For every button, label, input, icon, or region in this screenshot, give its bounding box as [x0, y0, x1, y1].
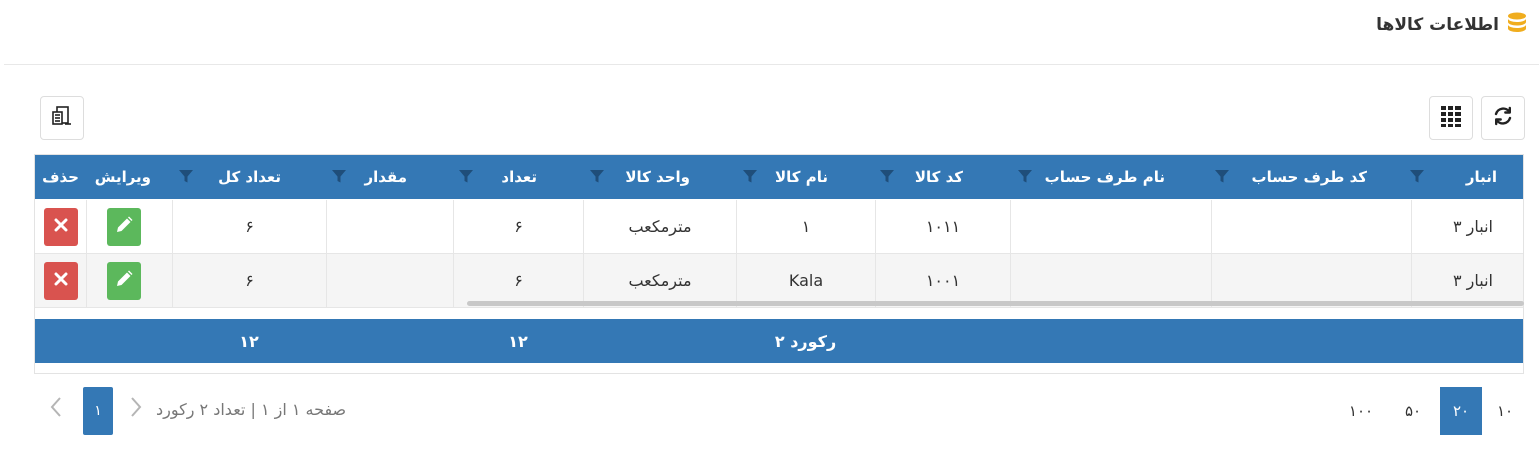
cell-edit [86, 254, 160, 307]
filter-icon[interactable] [1214, 168, 1230, 188]
prev-page-button[interactable] [46, 397, 66, 421]
table-footer: ۲ رکورد ۱۲ ۱۲ [35, 319, 1523, 363]
filter-icon[interactable] [458, 168, 474, 188]
column-header-edit: ویرایش [94, 168, 151, 186]
cell-account-name [1010, 254, 1211, 307]
cell-total: ۶ [172, 254, 326, 307]
column-header-amount[interactable]: مقدار [331, 155, 411, 199]
filter-icon[interactable] [178, 168, 194, 188]
cell-item-code: ۱۰۱۱ [875, 200, 1010, 253]
cell-count: ۶ [453, 254, 583, 307]
filter-icon[interactable] [331, 168, 347, 188]
columns-button[interactable] [1429, 96, 1473, 140]
panel-title-text: اطلاعات کالاها [1376, 15, 1499, 35]
next-page-button[interactable] [126, 397, 146, 421]
export-button[interactable] [40, 96, 84, 140]
filter-icon[interactable] [1409, 168, 1425, 188]
column-header-delete: حذف [42, 168, 79, 186]
edit-button[interactable] [106, 207, 141, 246]
close-icon [54, 217, 68, 236]
items-table: انبار کد طرف حساب نام طرف حساب کد کالا ن… [34, 154, 1524, 374]
cell-unit: مترمکعب [583, 254, 736, 307]
delete-button[interactable] [43, 207, 78, 246]
close-icon [54, 271, 68, 290]
grid-icon [1440, 105, 1462, 131]
cell-item-name: ۱ [736, 200, 875, 253]
column-header-warehouse[interactable]: انبار [1409, 155, 1501, 199]
cell-amount [326, 254, 453, 307]
page-size-10[interactable]: ۱۰ [1488, 387, 1522, 435]
cell-warehouse: انبار ۳ [1411, 200, 1523, 253]
column-header-item-code[interactable]: کد کالا [879, 155, 967, 199]
cell-unit: مترمکعب [583, 200, 736, 253]
column-header-account-code[interactable]: کد طرف حساب [1211, 155, 1371, 199]
column-header-account-name[interactable]: نام طرف حساب [1017, 155, 1169, 199]
cell-account-code [1211, 200, 1411, 253]
cell-count: ۶ [453, 200, 583, 253]
table-row: انبار ۳ ۱۰۰۱ Kala مترمکعب ۶ ۶ [35, 254, 1523, 308]
panel-title: اطلاعات کالاها [1376, 12, 1527, 38]
chevron-right-icon [130, 396, 142, 422]
filter-icon[interactable] [742, 168, 758, 188]
database-icon [1507, 12, 1527, 39]
column-header-item-name[interactable]: نام کالا [742, 155, 832, 199]
cell-warehouse: انبار ۳ [1411, 254, 1523, 307]
cell-total: ۶ [172, 200, 326, 253]
cell-delete [35, 200, 86, 253]
filter-icon[interactable] [1017, 168, 1033, 188]
page-size-20[interactable]: ۲۰ [1440, 387, 1482, 435]
column-header-count[interactable]: تعداد [459, 155, 541, 199]
edit-button[interactable] [106, 261, 141, 300]
refresh-icon [1492, 105, 1514, 131]
table-row: انبار ۳ ۱۰۱۱ ۱ مترمکعب ۶ ۶ [35, 200, 1523, 254]
filter-icon[interactable] [879, 168, 895, 188]
pager-info: صفحه ۱ از ۱ | تعداد ۲ رکورد [156, 399, 347, 419]
title-divider [4, 64, 1539, 65]
table-header: انبار کد طرف حساب نام طرف حساب کد کالا ن… [35, 155, 1523, 199]
pencil-icon [115, 270, 133, 292]
footer-count-sum: ۱۲ [508, 331, 528, 351]
column-header-total[interactable]: تعداد کل [179, 155, 285, 199]
cell-account-name [1010, 200, 1211, 253]
cell-item-code: ۱۰۰۱ [875, 254, 1010, 307]
footer-total-sum: ۱۲ [239, 331, 259, 351]
cell-amount [326, 200, 453, 253]
cell-item-name: Kala [736, 254, 875, 307]
pencil-icon [115, 216, 133, 238]
horizontal-scrollbar[interactable] [467, 301, 1524, 306]
cell-account-code [1211, 254, 1411, 307]
page-size-50[interactable]: ۵۰ [1392, 387, 1434, 435]
refresh-button[interactable] [1481, 96, 1525, 140]
page-number-current[interactable]: ۱ [83, 387, 113, 435]
footer-record-count: ۲ رکورد [774, 331, 837, 351]
cell-edit [86, 200, 160, 253]
export-icon [51, 105, 73, 131]
column-header-unit[interactable]: واحد کالا [590, 155, 694, 199]
page-size-100[interactable]: ۱۰۰ [1338, 387, 1384, 435]
filter-icon[interactable] [589, 168, 605, 188]
delete-button[interactable] [43, 261, 78, 300]
cell-delete [35, 254, 86, 307]
chevron-left-icon [50, 396, 62, 422]
